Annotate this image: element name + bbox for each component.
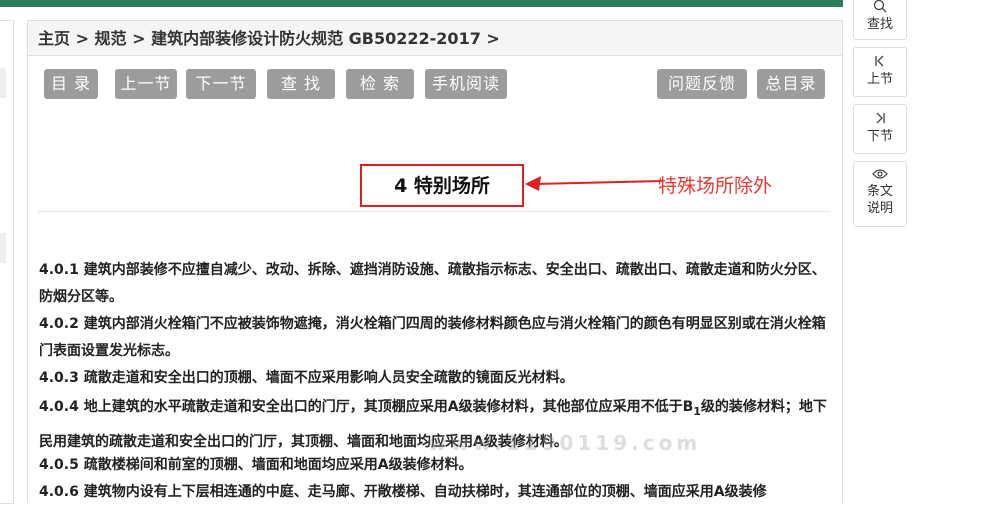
prev-section-button[interactable]: 上一节 (115, 69, 177, 99)
prev-section-icon (854, 54, 906, 71)
clause-number: 4.0.1 (39, 262, 79, 278)
clause-4-0-5: 4.0.5 疏散楼梯间和前室的顶棚、墙面和地面均应采用A级装修材料。 (39, 452, 834, 479)
breadcrumb[interactable]: 主页 > 规范 > 建筑内部装修设计防火规范 GB50222-2017 > (28, 21, 842, 56)
side-explanation-button[interactable]: 条文 说明 (853, 161, 907, 227)
watermark: www.1190119.com (428, 431, 702, 455)
clause-text: 建筑内部装修不应擅自减少、改动、拆除、遮挡消防设施、疏散指示标志、安全出口、疏散… (39, 262, 826, 305)
search-icon (854, 0, 906, 16)
mobile-read-button[interactable]: 手机阅读 (425, 69, 507, 99)
annotation-arrow (525, 176, 664, 191)
annotation-text: 特殊场所除外 (658, 175, 773, 197)
top-header-bar (0, 0, 843, 7)
left-panel (0, 20, 14, 504)
clause-4-0-2: 4.0.2 建筑内部消火栓箱门不应被装饰物遮掩，消火栓箱门四周的装修材料颜色应与… (39, 311, 834, 365)
left-panel-item[interactable] (0, 233, 6, 263)
find-button[interactable]: 查 找 (267, 69, 335, 99)
clause-text: 建筑物内设有上下层相连通的中庭、走马廊、开敞楼梯、自动扶梯时，其连通部位的顶棚、… (83, 484, 767, 500)
clause-number: 4.0.4 (39, 399, 79, 415)
feedback-button[interactable]: 问题反馈 (657, 69, 747, 99)
side-find-label: 查找 (866, 17, 893, 32)
side-next-button[interactable]: 下节 (853, 104, 907, 154)
clause-number: 4.0.2 (39, 316, 79, 332)
master-toc-button[interactable]: 总目录 (757, 69, 825, 99)
clause-text: 建筑内部消火栓箱门不应被装饰物遮掩，消火栓箱门四周的装修材料颜色应与消火栓箱门的… (39, 316, 826, 359)
side-explanation-label-1: 条文 (866, 184, 893, 199)
toc-button[interactable]: 目 录 (44, 69, 98, 99)
clause-number: 4.0.3 (39, 370, 79, 386)
search-button[interactable]: 检 索 (346, 69, 414, 99)
side-find-button[interactable]: 查找 (853, 0, 907, 40)
eye-icon (854, 168, 906, 183)
side-prev-label: 上节 (866, 72, 893, 87)
chapter-title: 4 特别场所 (360, 164, 524, 207)
divider (38, 211, 830, 212)
next-section-button[interactable]: 下一节 (186, 69, 256, 99)
clause-subscript: 1 (693, 404, 701, 418)
clause-4-0-3: 4.0.3 疏散走道和安全出口的顶棚、墙面不应采用影响人员安全疏散的镜面反光材料… (39, 365, 834, 392)
next-section-icon (854, 111, 906, 128)
clause-4-0-1: 4.0.1 建筑内部装修不应擅自减少、改动、拆除、遮挡消防设施、疏散指示标志、安… (39, 257, 834, 311)
side-explanation-label-2: 说明 (866, 201, 893, 216)
clause-number: 4.0.5 (39, 457, 79, 473)
content-panel: 主页 > 规范 > 建筑内部装修设计防火规范 GB50222-2017 > 目 … (27, 20, 843, 503)
left-panel-item[interactable] (0, 68, 6, 98)
clause-text: 地上建筑的水平疏散走道和安全出口的门厅，其顶棚应采用A级装修材料，其他部位应采用… (83, 399, 694, 415)
clause-number: 4.0.6 (39, 484, 79, 500)
clause-text: 疏散走道和安全出口的顶棚、墙面不应采用影响人员安全疏散的镜面反光材料。 (83, 370, 574, 386)
side-prev-button[interactable]: 上节 (853, 47, 907, 97)
clause-text: 疏散楼梯间和前室的顶棚、墙面和地面均应采用A级装修材料。 (83, 457, 473, 473)
side-next-label: 下节 (866, 129, 893, 144)
